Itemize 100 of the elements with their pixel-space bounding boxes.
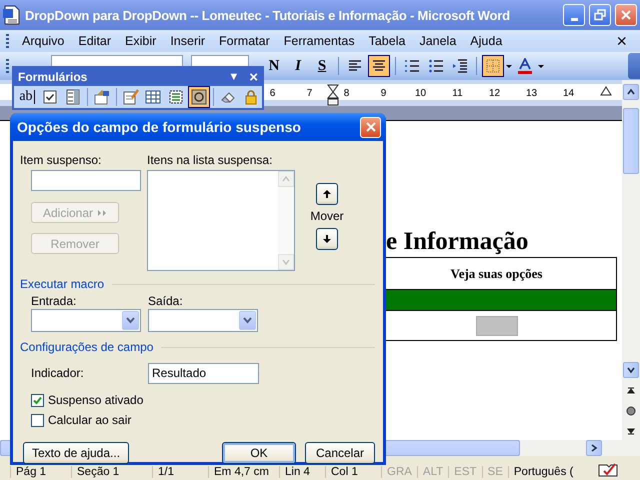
- field-label: Item suspenso:: [20, 153, 102, 168]
- indent-marker-icon[interactable]: [600, 84, 612, 96]
- checkbox[interactable]: [31, 414, 44, 426]
- status-item: SE: [482, 466, 508, 478]
- toolbar-menu-button[interactable]: ▼: [228, 71, 240, 83]
- input-field[interactable]: Resultado: [148, 362, 259, 384]
- menu-item[interactable]: Tabela: [362, 32, 412, 50]
- checkbox[interactable]: [31, 394, 44, 406]
- frame-icon: [168, 89, 184, 105]
- dropdown-button[interactable]: [122, 311, 139, 330]
- minimize-icon: [570, 18, 578, 20]
- scroll-right-button[interactable]: [586, 440, 602, 456]
- status-item: GRA: [381, 466, 417, 478]
- scroll-up-button[interactable]: [623, 84, 639, 100]
- shading-button[interactable]: [188, 86, 210, 108]
- dropdown-field[interactable]: [148, 309, 258, 332]
- numbered-list-icon: [404, 58, 420, 74]
- status-item: Seção 1: [71, 466, 152, 478]
- scroll-down-button[interactable]: [623, 362, 639, 378]
- scroll-thumb[interactable]: [623, 108, 639, 174]
- menu-item[interactable]: Editar: [71, 32, 118, 50]
- dropdown-field[interactable]: [31, 309, 141, 332]
- browse-object-icon[interactable]: [626, 406, 636, 416]
- input-field[interactable]: [31, 170, 141, 191]
- restore-button[interactable]: [589, 4, 611, 26]
- caret-icon[interactable]: [506, 64, 512, 68]
- minimize-button[interactable]: [563, 4, 585, 26]
- status-item: Lin 4: [279, 466, 325, 478]
- font-size-field[interactable]: [191, 55, 249, 66]
- double-arrow-icon: [97, 208, 108, 216]
- ruler-number: 12: [488, 88, 502, 98]
- ruler-number: 9: [380, 88, 388, 98]
- shading-icon: [191, 89, 208, 105]
- italic-button[interactable]: I: [287, 55, 309, 77]
- document-icon: [3, 5, 21, 25]
- indent-icon: [452, 58, 468, 74]
- menu-item[interactable]: Inserir: [163, 32, 212, 50]
- lock-icon: [243, 89, 260, 105]
- checkbox-label: Calcular ao sair: [48, 412, 132, 428]
- move-label: Mover: [310, 209, 344, 224]
- dialog-title: Opções do campo de formulário suspenso: [17, 119, 302, 135]
- table-icon: [145, 89, 162, 105]
- field-label: Entrada:: [31, 294, 78, 309]
- bold-button[interactable]: N: [263, 55, 285, 77]
- chevron-down-icon: [627, 366, 635, 374]
- close-icon: [364, 121, 376, 133]
- window-title: DropDown para DropDown -- Lomeutec - Tutoriais e Informação - Microsoft Word: [25, 8, 511, 22]
- properties-icon: [94, 89, 110, 105]
- borders-icon: [485, 58, 501, 74]
- chevron-up-icon: [282, 174, 290, 183]
- close-button[interactable]: [360, 116, 381, 138]
- section-heading: Executar macro: [20, 277, 104, 291]
- status-item: Em 4,7 cm: [208, 466, 279, 478]
- ruler-number: 6: [268, 88, 276, 98]
- spelling-status-icon[interactable]: [598, 462, 618, 478]
- field-label: Saída:: [148, 294, 184, 309]
- menu-item[interactable]: Exibir: [118, 32, 164, 50]
- status-item: EST: [448, 466, 482, 478]
- underline-button[interactable]: S: [311, 55, 333, 77]
- close-document-button[interactable]: ×: [609, 28, 634, 54]
- dialog-button[interactable]: Texto de ajuda...: [23, 442, 129, 464]
- checkbox-label: Suspenso ativado: [48, 392, 144, 408]
- status-item: Português (: [508, 466, 578, 478]
- chevron-down-icon: [243, 317, 252, 324]
- chevron-right-icon: [590, 444, 598, 452]
- menu-item[interactable]: Arquivo: [15, 32, 72, 50]
- dialog-button[interactable]: OK: [222, 442, 296, 464]
- chevron-down-icon: [126, 317, 135, 324]
- close-button[interactable]: [615, 4, 637, 26]
- status-item: Col 1: [325, 466, 381, 478]
- borders-button[interactable]: [482, 55, 504, 77]
- status-item: ALT: [416, 466, 448, 478]
- move-down-button[interactable]: [316, 228, 338, 250]
- menu-item[interactable]: Janela: [412, 32, 464, 50]
- ruler-number: 13: [524, 88, 538, 98]
- ruler-number: 10: [414, 88, 428, 98]
- arrow-up-icon: [323, 190, 331, 198]
- section-heading: Configurações de campo: [20, 340, 154, 354]
- toolbar-title: Formulários: [18, 70, 88, 84]
- menu-item[interactable]: Formatar: [212, 32, 277, 50]
- document-heading: e Informação: [386, 227, 528, 257]
- dropdown-button[interactable]: [239, 311, 256, 330]
- caret-icon[interactable]: [538, 64, 544, 68]
- align-center-button[interactable]: [368, 55, 390, 77]
- font-name-field[interactable]: [51, 55, 183, 66]
- text-field-button[interactable]: ab: [16, 86, 38, 108]
- move-up-button[interactable]: [316, 183, 338, 205]
- toolbar-close-button[interactable]: ×: [249, 68, 258, 86]
- status-item: Pág 1: [10, 466, 71, 478]
- bulleted-list-icon: [428, 58, 444, 74]
- indent-marker-icon[interactable]: [327, 84, 339, 106]
- menu-item[interactable]: Ferramentas: [276, 32, 362, 50]
- check-icon: [33, 396, 42, 404]
- menu-item[interactable]: Ajuda: [463, 32, 510, 50]
- ruler-number: 7: [306, 88, 314, 98]
- ruler-number: 11: [451, 88, 464, 98]
- dialog-button[interactable]: Cancelar: [305, 442, 375, 464]
- dropdown-form-field[interactable]: [476, 316, 518, 336]
- ruler-number: 14: [562, 88, 576, 98]
- arrow-down-icon: [323, 235, 331, 243]
